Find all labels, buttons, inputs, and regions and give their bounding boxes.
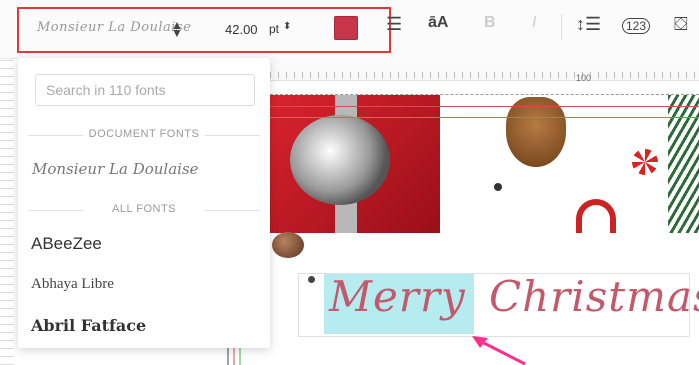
italic-icon[interactable]: I [532,14,536,32]
pine-cone [506,97,566,167]
text-toolbar: Monsieur La Doulaise ▲ ▼ 42.00 pt ⬍ ☰ āA … [0,0,699,59]
pointer-arrow-icon [472,336,526,365]
updown-chevron-icon: ▲ ▼ [171,18,183,40]
text-element[interactable]: Merry Christmas [298,272,699,337]
gift-box [270,95,440,233]
candy-cane [576,199,616,233]
green-guide-line [270,117,699,118]
align-center-icon[interactable]: ☰ [386,14,402,35]
font-size-input[interactable]: 42.00 [225,22,258,37]
font-item-abhaya-libre[interactable]: Abhaya Libre [31,276,114,293]
font-preview: Monsieur La Doulaise [37,20,192,35]
ornament-dot [308,276,315,283]
brown-ornament [272,232,304,258]
line-spacing-icon[interactable]: ↕☰ [576,14,601,35]
document-fonts-header: DOCUMENT FONTS [18,128,270,140]
font-unit-select[interactable]: pt [269,22,279,36]
toolbar-divider [561,14,562,40]
font-item-abeezee[interactable]: ABeeZee [31,234,102,254]
vertical-ruler [0,58,14,365]
christmas-image[interactable] [270,94,699,233]
font-dropdown-panel: DOCUMENT FONTS Monsieur La Doulaise ALL … [18,58,270,348]
canvas-text-merry[interactable]: Merry [329,272,466,321]
ornament-ball [494,183,502,191]
peppermint-candy [632,149,658,175]
font-item-abril-fatface[interactable]: Abril Fatface [31,316,146,335]
text-case-icon[interactable]: āA [428,14,448,32]
pine-branch [668,95,699,233]
ruler-label: 100 [576,73,592,83]
ruler-ticks [270,72,699,78]
document-font-item[interactable]: Monsieur La Doulaise [32,160,199,178]
text-color-swatch[interactable] [334,16,358,40]
fill-bucket-icon[interactable]: ⛋ [674,14,688,35]
font-search-input[interactable] [35,74,255,106]
gift-bow [290,115,390,205]
canvas-text-christmas[interactable]: Christmas [489,272,699,321]
red-guide-line [270,106,699,107]
number-format-icon[interactable]: 123 [622,18,651,34]
all-fonts-header: ALL FONTS [18,203,270,215]
unit-chevron-icon[interactable]: ⬍ [283,21,291,32]
guide-marks [227,347,241,365]
bold-icon[interactable]: B [484,14,496,32]
horizontal-ruler: 100 [270,58,699,83]
